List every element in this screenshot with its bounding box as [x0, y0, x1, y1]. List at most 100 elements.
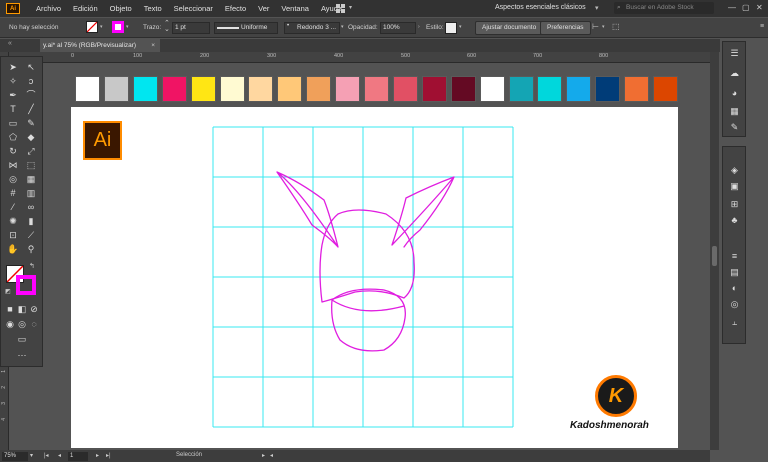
brush-definition-select[interactable]: Redondo 3 ...: [284, 22, 340, 34]
brushes-panel-icon[interactable]: ✎: [728, 122, 741, 133]
shape-builder-tool-icon[interactable]: ◎: [7, 173, 19, 185]
preferences-button[interactable]: Preferencias: [540, 21, 591, 35]
pencil-tool-icon[interactable]: ✎: [25, 117, 37, 129]
color-swatch[interactable]: [479, 76, 505, 102]
column-graph-tool-icon[interactable]: ▮: [25, 215, 37, 227]
color-swatch[interactable]: [161, 76, 187, 102]
none-mode-icon[interactable]: ⊘: [28, 303, 40, 315]
collapse-toolbox-icon[interactable]: «: [8, 40, 12, 47]
artboard-number-field[interactable]: 1: [68, 452, 88, 461]
direct-selection-tool-icon[interactable]: ↖: [25, 61, 37, 73]
color-swatch[interactable]: [508, 76, 534, 102]
color-swatch[interactable]: [132, 76, 158, 102]
chevron-down-icon[interactable]: ▾: [349, 4, 352, 11]
draw-inside-icon[interactable]: ◌: [28, 318, 40, 330]
symbols-panel-icon[interactable]: ♣: [728, 215, 741, 226]
color-swatch[interactable]: [450, 76, 476, 102]
rectangle-tool-icon[interactable]: ▭: [7, 117, 19, 129]
color-swatch[interactable]: [277, 76, 303, 102]
color-swatch[interactable]: [595, 76, 621, 102]
gradient-tool-icon[interactable]: ▥: [25, 187, 37, 199]
color-panel-icon[interactable]: ◕: [728, 88, 741, 99]
chevron-down-icon[interactable]: ▾: [595, 4, 599, 12]
chevron-right-icon[interactable]: ›: [418, 24, 420, 30]
minimize-icon[interactable]: —: [728, 3, 736, 12]
edit-toolbar-icon[interactable]: ⋯: [16, 349, 28, 361]
color-swatch[interactable]: [653, 76, 678, 102]
status-arrow-icon[interactable]: ▸: [262, 452, 265, 459]
menu-efecto[interactable]: Efecto: [225, 4, 246, 13]
color-swatch[interactable]: [392, 76, 418, 102]
menu-seleccionar[interactable]: Seleccionar: [174, 4, 213, 13]
close-icon[interactable]: ✕: [756, 3, 763, 12]
curvature-tool-icon[interactable]: ⌒: [25, 89, 37, 101]
status-arrow-left-icon[interactable]: ◂: [270, 452, 273, 459]
lasso-tool-icon[interactable]: ↄ: [25, 75, 37, 87]
maximize-icon[interactable]: ▢: [742, 3, 750, 12]
libraries-panel-icon[interactable]: ☁: [728, 68, 741, 79]
gradient-mode-icon[interactable]: ◧: [16, 303, 28, 315]
color-swatch[interactable]: [537, 76, 563, 102]
artboards-panel-icon[interactable]: ▣: [728, 181, 741, 192]
close-tab-icon[interactable]: ×: [151, 39, 155, 52]
swap-fill-stroke-icon[interactable]: ↰: [29, 262, 35, 270]
color-swatch[interactable]: [335, 76, 361, 102]
color-swatch[interactable]: [624, 76, 650, 102]
magic-wand-tool-icon[interactable]: ✧: [7, 75, 19, 87]
shaper-tool-icon[interactable]: ⬠: [7, 131, 19, 143]
width-tool-icon[interactable]: ⋈: [7, 159, 19, 171]
transparency-panel-icon[interactable]: ◐: [728, 283, 741, 294]
chevron-down-icon[interactable]: ▾: [126, 24, 129, 30]
scale-tool-icon[interactable]: ⤢: [25, 145, 37, 157]
chevron-down-icon[interactable]: ▾: [602, 24, 605, 30]
document-tab[interactable]: y.ai* al 75% (RGB/Previsualizar) ×: [40, 39, 160, 52]
type-tool-icon[interactable]: T: [7, 103, 19, 115]
workspace-switcher[interactable]: Aspectos esenciales clásicos: [495, 4, 586, 11]
draw-behind-icon[interactable]: ◎: [16, 318, 28, 330]
artboard[interactable]: [71, 107, 678, 448]
menu-texto[interactable]: Texto: [144, 4, 162, 13]
fill-swatch[interactable]: [86, 21, 98, 33]
hand-tool-icon[interactable]: ✋: [7, 243, 19, 255]
selection-tool-icon[interactable]: ➤: [7, 61, 19, 73]
default-colors-icon[interactable]: ◩: [5, 288, 11, 295]
menu-objeto[interactable]: Objeto: [110, 4, 132, 13]
menu-archivo[interactable]: Archivo: [36, 4, 61, 13]
color-swatch[interactable]: [566, 76, 592, 102]
stroke-stepper-icon[interactable]: ⌃ ⌄: [164, 20, 170, 33]
eraser-tool-icon[interactable]: ◆: [25, 131, 37, 143]
transform-panel-icon[interactable]: ⊞: [728, 199, 741, 210]
color-swatch[interactable]: [75, 76, 100, 102]
blend-tool-icon[interactable]: ∞: [25, 201, 37, 213]
menu-ver[interactable]: Ver: [258, 4, 269, 13]
swatches-panel-icon[interactable]: ▦: [728, 106, 741, 117]
align-icon[interactable]: ⊢: [592, 22, 599, 31]
arrange-documents-icon[interactable]: [336, 4, 346, 13]
free-transform-tool-icon[interactable]: ⬚: [25, 159, 37, 171]
stroke-swatch[interactable]: [112, 21, 124, 33]
last-artboard-icon[interactable]: ▸|: [106, 452, 111, 459]
chevron-down-icon[interactable]: ▾: [100, 24, 103, 30]
align-panel-icon[interactable]: ⫠: [728, 317, 741, 328]
color-swatch[interactable]: [306, 76, 332, 102]
stock-search-input[interactable]: ⌕ Buscar en Adobe Stock: [614, 2, 714, 14]
pen-tool-icon[interactable]: ✒: [7, 89, 19, 101]
color-swatch[interactable]: [219, 76, 245, 102]
panel-menu-icon[interactable]: ≡: [760, 23, 764, 30]
chevron-down-icon[interactable]: ▾: [459, 24, 462, 30]
line-tool-icon[interactable]: ╱: [25, 103, 37, 115]
graphic-style-swatch[interactable]: [445, 22, 457, 34]
first-artboard-icon[interactable]: |◂: [44, 452, 49, 459]
transform-icon[interactable]: ⬚: [612, 22, 620, 31]
chevron-down-icon[interactable]: ▾: [30, 452, 33, 459]
eyedropper-tool-icon[interactable]: ⁄: [7, 201, 19, 213]
next-artboard-icon[interactable]: ▸: [96, 452, 99, 459]
properties-panel-icon[interactable]: ☰: [728, 48, 741, 59]
color-swatch[interactable]: [190, 76, 216, 102]
zoom-tool-icon[interactable]: ⚲: [25, 243, 37, 255]
horizontal-ruler[interactable]: 0 100 200 300 400 500 600 700 800: [9, 52, 710, 63]
chevron-down-icon[interactable]: ▾: [341, 24, 344, 30]
color-swatch[interactable]: [364, 76, 389, 102]
mesh-tool-icon[interactable]: #: [7, 187, 19, 199]
stroke-color-box[interactable]: [16, 275, 36, 295]
